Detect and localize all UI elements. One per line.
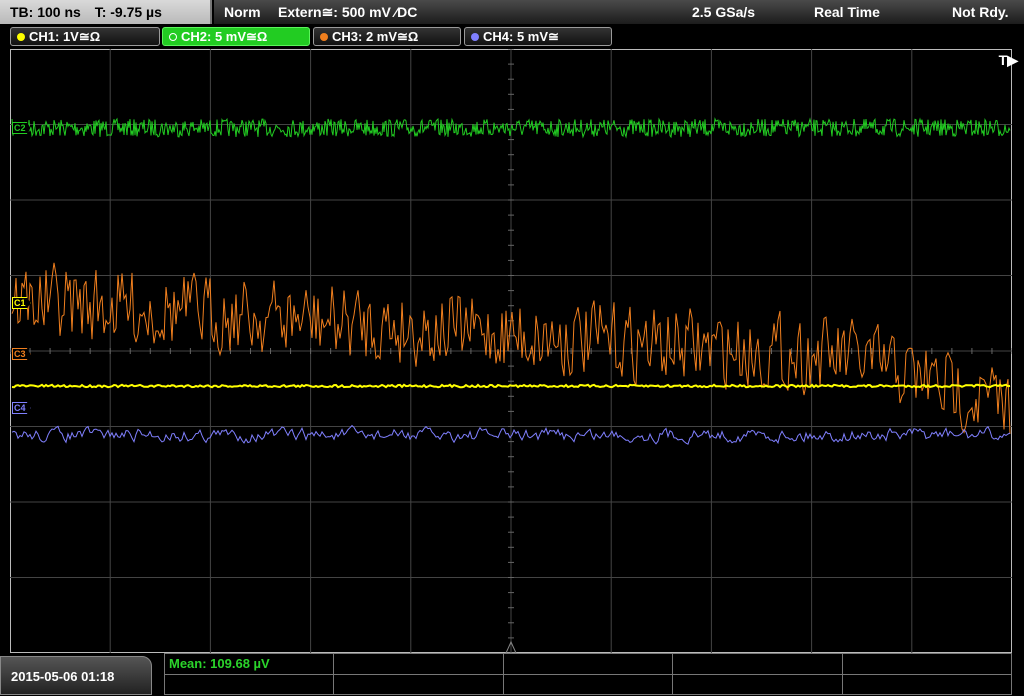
ch3-level-marker[interactable]: C3 (12, 348, 31, 360)
ch3-color-dot (320, 33, 328, 41)
acquisition-strip: Norm Extern≅: 500 mV ⁄DC 2.5 GSa/s Real … (214, 0, 1024, 24)
status-bar: TB: 100 ns T: -9.75 µs Norm Extern≅: 500… (0, 0, 1024, 24)
timestamp-box: 2015-05-06 01:18 (0, 656, 152, 695)
channel-tab-ch1[interactable]: CH1: 1V≅Ω (10, 27, 160, 46)
acquisition-mode: Real Time (814, 4, 880, 20)
measurement-table: Mean: 109.68 µV (164, 653, 1012, 695)
measurement-cell-empty[interactable] (164, 673, 334, 695)
timebase-value: TB: 100 ns (10, 4, 81, 20)
ch2-level-marker[interactable]: C2 (12, 122, 31, 134)
measurement-cell-empty[interactable] (672, 653, 843, 675)
measurement-cell-empty[interactable] (333, 673, 504, 695)
waveform-display[interactable] (10, 49, 1012, 653)
ch4-level-marker[interactable]: C4 (12, 402, 31, 414)
measurement-mean[interactable]: Mean: 109.68 µV (164, 653, 334, 675)
ch2-label: CH2: 5 mV≅Ω (181, 29, 268, 44)
sample-rate: 2.5 GSa/s (692, 4, 756, 20)
measurement-cell-empty[interactable] (333, 653, 504, 675)
ch1-label: CH1: 1V≅Ω (29, 29, 101, 44)
measurement-cell-empty[interactable] (672, 673, 843, 695)
measurement-cell-empty[interactable] (502, 673, 673, 695)
measurement-cell-empty[interactable] (841, 653, 1012, 675)
channel-tab-ch3[interactable]: CH3: 2 mV≅Ω (313, 27, 461, 46)
ch4-label: CH4: 5 mV≅ (483, 29, 559, 44)
ch4-color-dot (471, 33, 479, 41)
trigger-source[interactable]: Extern≅: 500 mV ⁄DC (278, 0, 417, 24)
measurement-cell-empty[interactable] (502, 653, 673, 675)
ch1-level-marker[interactable]: C1 (12, 297, 31, 309)
waveform-canvas (10, 49, 1012, 653)
trigger-mode[interactable]: Norm (224, 0, 261, 24)
ch3-label: CH3: 2 mV≅Ω (332, 29, 419, 44)
trigger-indicator: T▶ (998, 52, 1018, 68)
measurement-cell-empty[interactable] (841, 673, 1012, 695)
timebase-box[interactable]: TB: 100 ns T: -9.75 µs (0, 0, 212, 24)
channel-tab-ch2[interactable]: CH2: 5 mV≅Ω (162, 27, 310, 46)
trigger-time-value: T: -9.75 µs (94, 4, 162, 20)
ch1-color-dot (17, 33, 25, 41)
channel-tab-ch4[interactable]: CH4: 5 mV≅ (464, 27, 612, 46)
ch2-color-dot (169, 33, 177, 41)
ready-state: Not Rdy. (952, 4, 1009, 20)
timestamp: 2015-05-06 01:18 (11, 669, 115, 684)
